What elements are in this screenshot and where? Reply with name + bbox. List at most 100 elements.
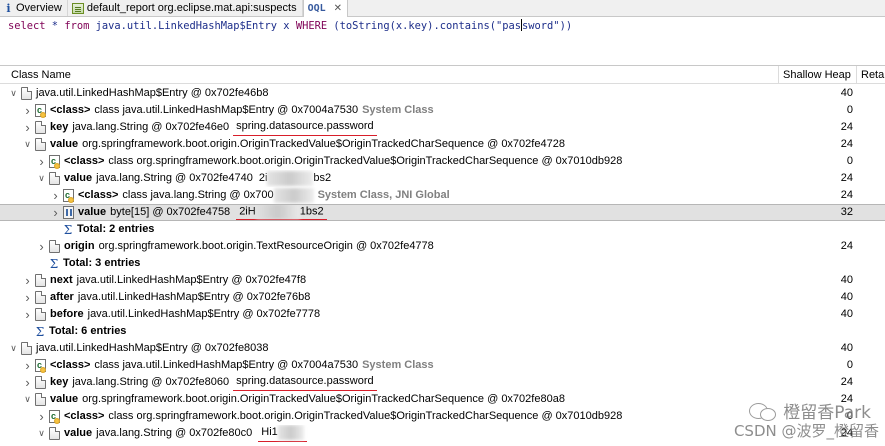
expand-arrow-icon[interactable]: › [51, 187, 60, 204]
shallow-heap-cell: 40 [840, 308, 853, 320]
collapse-arrow-icon[interactable]: ∨ [37, 425, 46, 442]
shallow-heap-cell: 24 [840, 376, 853, 388]
table-row[interactable]: › <class>class org.springframework.boot.o… [0, 153, 885, 170]
query-text: sword")) [522, 20, 573, 32]
oql-query-editor[interactable]: select * from java.util.LinkedHashMap$En… [0, 17, 885, 65]
value-preview: Hi1 [261, 426, 278, 438]
table-row[interactable]: › after java.util.LinkedHashMap$Entry @ 0x… [0, 289, 885, 306]
redacted-blur [267, 171, 314, 186]
table-row[interactable]: › key java.lang.String @ 0x702fe8060 spring… [0, 374, 885, 391]
expand-arrow-icon[interactable]: › [23, 306, 32, 323]
object-icon [49, 172, 60, 185]
key-value-highlight: spring.datasource.password [233, 119, 377, 136]
expand-arrow-icon[interactable]: › [23, 374, 32, 391]
object-description: org.springframework.boot.origin.OriginTr… [82, 393, 565, 405]
shallow-heap-cell [779, 255, 853, 272]
table-row[interactable]: › next java.util.LinkedHashMap$Entry @ 0x7… [0, 272, 885, 289]
table-row[interactable]: › <class>class java.util.LinkedHashMap$En… [0, 357, 885, 374]
class-name-cell: Σ Total: 3 entries [0, 255, 777, 272]
table-row-selected[interactable]: › value byte[15] @ 0x702fe4758 2iH 1bs2 32 [0, 204, 885, 221]
tab-oql-close[interactable]: ✕ [334, 3, 342, 14]
expand-arrow-icon[interactable]: › [37, 238, 46, 255]
object-description: class org.springframework.boot.origin.Or… [108, 410, 623, 422]
class-name-cell: › <class>class java.util.LinkedHashMap$En… [0, 102, 777, 119]
tab-overview[interactable]: i Overview [0, 0, 68, 16]
expand-arrow-icon[interactable]: › [23, 102, 32, 119]
oql-icon: OQL [307, 3, 326, 14]
object-icon [35, 376, 46, 389]
value-preview: 2iH [239, 205, 256, 218]
field-name: value [64, 172, 93, 184]
collapse-arrow-icon[interactable]: ∨ [9, 85, 18, 102]
class-icon [35, 102, 46, 119]
table-row[interactable]: ∨ java.util.LinkedHashMap$Entry @ 0x702fe… [0, 340, 885, 357]
query-keyword-from: from [64, 20, 90, 32]
class-name-cell: Σ Total: 6 entries [0, 323, 777, 340]
expand-arrow-icon[interactable]: › [37, 408, 46, 425]
expand-arrow-icon[interactable]: › [37, 153, 46, 170]
object-description: byte[15] @ 0x702fe4758 [110, 206, 231, 218]
collapse-arrow-icon[interactable]: ∨ [23, 136, 32, 153]
expand-arrow-icon[interactable]: › [23, 357, 32, 374]
object-description: java.util.LinkedHashMap$Entry @ 0x702fe4… [36, 87, 269, 99]
sum-icon: Σ [49, 256, 59, 271]
expand-arrow-icon[interactable]: › [23, 272, 32, 289]
object-icon [35, 393, 46, 406]
object-icon [35, 291, 46, 304]
object-description: java.lang.String @ 0x702fe4740 [96, 172, 253, 184]
object-description: java.util.LinkedHashMap$Entry @ 0x702fe4… [76, 274, 307, 286]
expand-arrow-icon[interactable]: › [23, 119, 32, 136]
result-table-header: Class Name Shallow Heap Reta [0, 66, 885, 84]
tab-overview-label: Overview [16, 2, 62, 14]
column-retained-heap[interactable]: Reta [857, 66, 885, 84]
table-row[interactable]: Σ Total: 6 entries [0, 323, 885, 340]
expand-arrow-icon[interactable]: › [51, 205, 60, 220]
collapse-arrow-icon[interactable]: ∨ [9, 340, 18, 357]
array-icon [63, 206, 74, 219]
table-row[interactable]: › <class>class java.lang.String @ 0x700 Sy… [0, 187, 885, 204]
collapse-arrow-icon[interactable]: ∨ [37, 170, 46, 187]
shallow-heap-cell: 24 [840, 189, 853, 201]
table-row[interactable]: Σ Total: 2 entries [0, 221, 885, 238]
table-row[interactable]: Σ Total: 3 entries [0, 255, 885, 272]
table-row[interactable]: ∨ java.util.LinkedHashMap$Entry @ 0x702fe… [0, 85, 885, 102]
table-row[interactable]: › <class>class java.util.LinkedHashMap$En… [0, 102, 885, 119]
info-icon: i [6, 1, 11, 15]
field-name: after [50, 291, 74, 303]
column-shallow-heap[interactable]: Shallow Heap [779, 66, 857, 84]
object-icon [49, 240, 60, 253]
shallow-heap-cell: 40 [840, 291, 853, 303]
collapse-arrow-icon[interactable]: ∨ [23, 391, 32, 408]
redacted-blur [273, 188, 314, 203]
table-row[interactable]: › origin org.springframework.boot.origin.T… [0, 238, 885, 255]
table-row[interactable]: ∨ value org.springframework.boot.origin.Or… [0, 136, 885, 153]
field-name: next [50, 274, 73, 286]
shallow-heap-cell: 40 [840, 87, 853, 99]
table-row[interactable]: › key java.lang.String @ 0x702fe46e0 spring… [0, 119, 885, 136]
expand-arrow-icon[interactable]: › [23, 289, 32, 306]
tab-default-report-label: default_report org.eclipse.mat.api:suspe… [86, 2, 297, 14]
class-name-cell: Σ Total: 2 entries [0, 221, 777, 238]
table-row[interactable]: ∨ value java.lang.String @ 0x702fe4740 2i bs… [0, 170, 885, 187]
class-name-cell: › <class>class org.springframework.boot.o… [0, 408, 777, 425]
field-name: <class> [50, 104, 91, 116]
object-description: class org.springframework.boot.origin.Or… [108, 155, 623, 167]
shallow-heap-cell: 24 [840, 172, 853, 184]
class-name-cell: › key java.lang.String @ 0x702fe46e0 spring… [0, 119, 777, 136]
shallow-heap-cell: 40 [840, 274, 853, 286]
query-text: java.util.LinkedHashMap$Entry x [89, 20, 296, 32]
class-name-cell: › <class>class java.lang.String @ 0x700 Sy… [0, 187, 777, 204]
key-value-highlight: spring.datasource.password [233, 374, 377, 391]
column-class-name[interactable]: Class Name [6, 66, 779, 84]
tab-default-report[interactable]: default_report org.eclipse.mat.api:suspe… [68, 0, 303, 16]
object-description: java.util.LinkedHashMap$Entry @ 0x702fe8… [36, 342, 269, 354]
field-name: <class> [50, 359, 91, 371]
class-name-cell: › key java.lang.String @ 0x702fe8060 spring… [0, 374, 777, 391]
query-keyword-where: WHERE [295, 20, 328, 32]
class-name-cell: › next java.util.LinkedHashMap$Entry @ 0x7… [0, 272, 777, 289]
tab-oql[interactable]: OQL ✕ [302, 0, 349, 17]
query-text: * [45, 20, 65, 32]
sum-icon: Σ [35, 324, 45, 339]
shallow-heap-cell: 0 [846, 359, 853, 371]
table-row[interactable]: › before java.util.LinkedHashMap$Entry @ 0… [0, 306, 885, 323]
